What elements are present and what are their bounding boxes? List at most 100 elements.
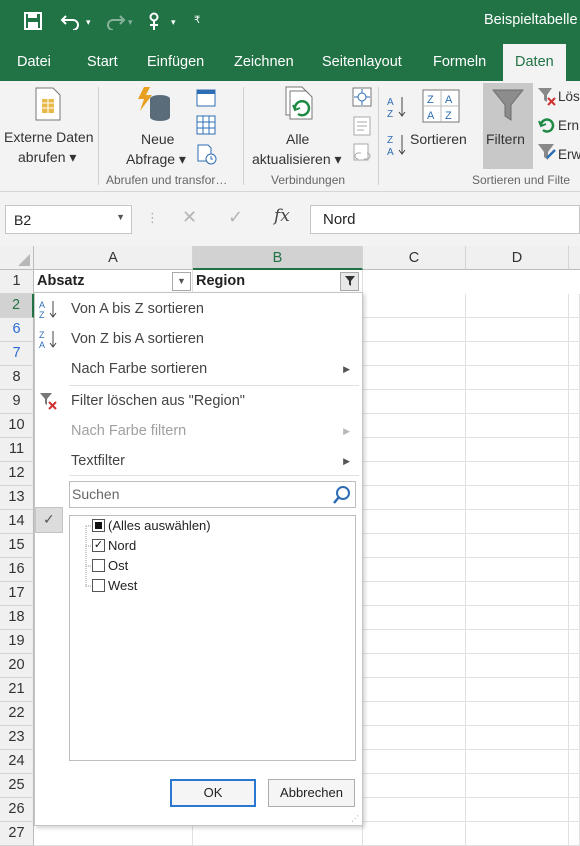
cell[interactable]	[466, 510, 569, 534]
cell[interactable]	[363, 726, 466, 750]
cell[interactable]	[466, 798, 569, 822]
row-header-19[interactable]: 19	[0, 630, 34, 654]
cell[interactable]	[569, 390, 580, 414]
cell[interactable]	[569, 438, 580, 462]
cell[interactable]	[466, 606, 569, 630]
row-header-8[interactable]: 8	[0, 366, 34, 390]
filter-active-button-b[interactable]	[340, 272, 359, 291]
resize-grip-icon[interactable]: ⋰	[351, 814, 359, 823]
cell[interactable]	[569, 318, 580, 342]
refresh-all-button[interactable]: Alle aktualisieren ▾	[250, 81, 350, 171]
tab-einfuegen[interactable]: Einfügen	[147, 54, 204, 70]
row-header-12[interactable]: 12	[0, 462, 34, 486]
filter-value-label[interactable]: (Alles auswählen)	[108, 518, 211, 533]
sort-az-icon[interactable]: AZ	[386, 95, 408, 124]
cell[interactable]	[569, 462, 580, 486]
row-header-18[interactable]: 18	[0, 606, 34, 630]
cell[interactable]	[569, 726, 580, 750]
filter-checkbox[interactable]	[92, 579, 105, 592]
cell[interactable]	[363, 774, 466, 798]
filter-checkbox[interactable]: ✓	[92, 539, 105, 552]
cell[interactable]	[363, 534, 466, 558]
cell[interactable]	[363, 438, 466, 462]
filter-checkbox[interactable]	[92, 519, 105, 532]
cell[interactable]	[569, 582, 580, 606]
cell[interactable]	[466, 294, 569, 318]
customize-qat-icon[interactable]: ₹	[194, 15, 200, 26]
cell[interactable]	[466, 582, 569, 606]
sort-za-menu-item[interactable]: ZA Von Z bis A sortieren	[35, 323, 362, 353]
properties-icon[interactable]	[352, 116, 372, 141]
cell[interactable]	[466, 774, 569, 798]
cell-a1[interactable]: Absatz ▼	[34, 270, 193, 294]
filter-value-label[interactable]: Nord	[108, 538, 136, 553]
row-header-13[interactable]: 13	[0, 486, 34, 510]
new-query-button[interactable]: Neue Abfrage ▾	[116, 81, 198, 171]
touch-mode-icon[interactable]	[146, 12, 164, 37]
cell[interactable]	[363, 702, 466, 726]
advanced-label[interactable]: Erw	[558, 147, 580, 162]
row-header-26[interactable]: 26	[0, 798, 34, 822]
cell[interactable]	[363, 294, 466, 318]
cell[interactable]	[569, 798, 580, 822]
cell[interactable]	[363, 414, 466, 438]
cell[interactable]	[363, 798, 466, 822]
cell[interactable]	[569, 822, 580, 846]
cell[interactable]	[466, 702, 569, 726]
cell[interactable]	[569, 534, 580, 558]
filter-dropdown-button-a[interactable]: ▼	[172, 272, 191, 291]
row-header-25[interactable]: 25	[0, 774, 34, 798]
row-header-9[interactable]: 9	[0, 390, 34, 414]
row-header-10[interactable]: 10	[0, 414, 34, 438]
cell[interactable]	[569, 294, 580, 318]
edit-links-icon[interactable]	[352, 143, 372, 170]
select-all-corner[interactable]	[0, 246, 34, 270]
column-header-c[interactable]: C	[363, 246, 466, 270]
tab-formeln[interactable]: Formeln	[433, 54, 486, 70]
cell[interactable]	[466, 414, 569, 438]
cell[interactable]	[466, 678, 569, 702]
cell[interactable]	[569, 606, 580, 630]
cell[interactable]	[569, 774, 580, 798]
insert-function-icon[interactable]: fx	[274, 206, 290, 226]
row-header-15[interactable]: 15	[0, 534, 34, 558]
cell[interactable]	[363, 486, 466, 510]
row-header-11[interactable]: 11	[0, 438, 34, 462]
cell-b1[interactable]: Region	[193, 270, 363, 294]
column-header-e[interactable]	[569, 246, 580, 270]
tab-zeichnen[interactable]: Zeichnen	[234, 54, 294, 70]
filter-by-color-menu-item[interactable]: Nach Farbe filtern ▶	[35, 417, 362, 447]
cell[interactable]	[363, 750, 466, 774]
cell[interactable]	[363, 318, 466, 342]
row-header-27[interactable]: 27	[0, 822, 34, 846]
row-header-14[interactable]: 14	[0, 510, 34, 534]
name-box[interactable]: B2 ▼	[5, 205, 132, 234]
reapply-icon[interactable]	[537, 115, 557, 140]
cell[interactable]	[569, 678, 580, 702]
row-header-17[interactable]: 17	[0, 582, 34, 606]
cell[interactable]	[466, 390, 569, 414]
tab-daten[interactable]: Daten	[503, 44, 566, 81]
tab-seitenlayout[interactable]: Seitenlayout	[322, 54, 402, 70]
cancel-button[interactable]: Abbrechen	[268, 779, 355, 807]
show-queries-icon[interactable]	[196, 89, 216, 112]
advanced-filter-icon[interactable]	[537, 143, 557, 168]
cell[interactable]	[363, 678, 466, 702]
sort-az-menu-item[interactable]: AZ Von A bis Z sortieren	[35, 293, 362, 323]
clear-label[interactable]: Lös	[558, 89, 580, 104]
row-header-21[interactable]: 21	[0, 678, 34, 702]
redo-icon[interactable]	[104, 12, 126, 35]
row-header-2[interactable]: 2	[0, 294, 34, 318]
enter-icon[interactable]: ✓	[228, 207, 243, 228]
column-header-a[interactable]: A	[34, 246, 193, 270]
cell[interactable]	[569, 630, 580, 654]
cell[interactable]	[466, 822, 569, 846]
row-header-20[interactable]: 20	[0, 654, 34, 678]
cell[interactable]	[363, 510, 466, 534]
cell[interactable]	[363, 582, 466, 606]
cell[interactable]	[466, 462, 569, 486]
filter-value-label[interactable]: West	[108, 578, 137, 593]
reapply-label[interactable]: Ern	[558, 118, 579, 133]
undo-icon[interactable]	[60, 12, 82, 35]
cancel-icon[interactable]: ✕	[182, 207, 197, 228]
